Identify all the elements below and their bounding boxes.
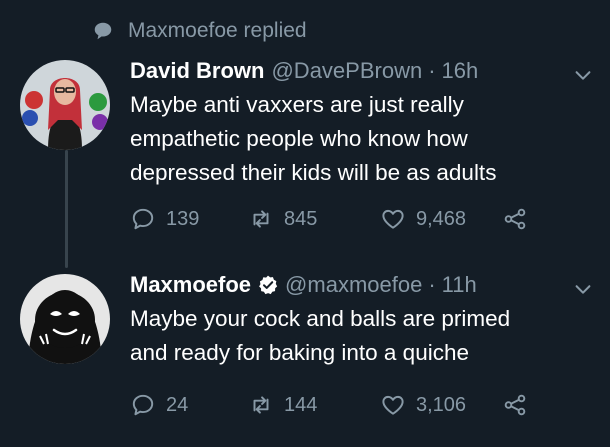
avatar[interactable] (20, 274, 110, 364)
separator: · (428, 58, 436, 83)
reply-button[interactable]: 24 (130, 390, 188, 420)
avatar[interactable] (20, 60, 110, 150)
tweet-actions: 139 845 9,468 (130, 204, 550, 234)
retweet-button[interactable]: 845 (248, 204, 317, 234)
tweet-actions: 24 144 3,106 (130, 390, 550, 420)
retweet-button[interactable]: 144 (248, 390, 317, 420)
display-name[interactable]: Maxmoefoe (130, 272, 251, 298)
timestamp[interactable]: 11h (442, 272, 477, 298)
retweet-icon (253, 396, 269, 414)
heart-icon (382, 395, 404, 415)
reply-context: Maxmoefoe replied (92, 18, 307, 44)
like-count: 3,106 (416, 393, 467, 416)
share-icon (504, 208, 526, 230)
reply-icon (132, 394, 154, 416)
heart-icon (382, 209, 404, 229)
like-button[interactable]: 9,468 (380, 204, 466, 234)
retweet-count: 144 (284, 393, 318, 416)
tweet-text: Maybe anti vaxxers are just really empat… (130, 92, 497, 185)
user-handle[interactable]: @maxmoefoe (285, 272, 422, 298)
reply-context-text: Maxmoefoe replied (128, 19, 307, 42)
like-button[interactable]: 3,106 (380, 390, 466, 420)
chevron-down-icon[interactable] (572, 278, 594, 300)
reply-count: 24 (166, 393, 189, 416)
thread-line (65, 150, 68, 268)
timestamp[interactable]: 16h (442, 58, 479, 84)
user-handle[interactable]: @DavePBrown (271, 58, 422, 84)
reply-button[interactable]: 139 (130, 204, 199, 234)
display-name[interactable]: David Brown (130, 58, 264, 84)
retweet-icon (253, 210, 269, 228)
chevron-down-icon[interactable] (572, 64, 594, 86)
separator: · (428, 272, 436, 297)
share-icon (504, 394, 526, 416)
tweet-header: David Brown @DavePBrown · 16h (130, 56, 478, 86)
tweet-header: Maxmoefoe @maxmoefoe · 11h (130, 270, 477, 300)
share-button[interactable] (502, 390, 528, 420)
speech-bubble-icon (94, 22, 112, 40)
like-count: 9,468 (416, 207, 467, 230)
retweet-count: 845 (284, 207, 318, 230)
tweet-text: Maybe your cock and balls are primed and… (130, 306, 511, 365)
reply-count: 139 (166, 207, 200, 230)
reply-icon (132, 208, 154, 230)
verified-badge-icon (259, 275, 278, 295)
share-button[interactable] (502, 204, 528, 234)
